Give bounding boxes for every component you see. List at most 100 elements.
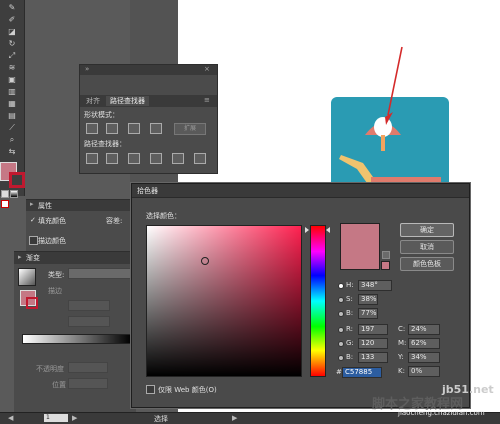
type-dropdown[interactable] xyxy=(68,268,132,279)
hue-arrow-left-icon[interactable] xyxy=(305,227,309,233)
yellow-input[interactable]: 34% xyxy=(408,352,440,363)
saturation-radio[interactable] xyxy=(338,297,344,303)
swap-colors-icon[interactable]: ⇆ xyxy=(5,146,19,157)
gradient-mode-icon[interactable] xyxy=(10,190,18,198)
scale-tool-icon[interactable]: ⤢ xyxy=(5,50,19,61)
web-safe-cube-icon[interactable] xyxy=(382,251,390,259)
status-menu-icon[interactable]: ▶ xyxy=(232,414,237,422)
eraser-tool-icon[interactable]: ◪ xyxy=(5,26,19,37)
brush-tool-icon[interactable]: ✐ xyxy=(5,14,19,25)
gradient-preview[interactable] xyxy=(18,268,36,286)
saturation-brightness-field[interactable] xyxy=(146,225,302,377)
gradient-slider[interactable] xyxy=(22,334,132,344)
blue-input[interactable]: 133 xyxy=(358,352,388,363)
color-mode-buttons[interactable] xyxy=(0,190,24,208)
brightness-radio[interactable] xyxy=(338,311,344,317)
hex-label: # xyxy=(336,368,342,376)
green-radio[interactable] xyxy=(338,341,344,347)
tab-pathfinder[interactable]: 路径查找器 xyxy=(106,96,149,106)
tab-bar: 对齐 路径查找器 ≡ xyxy=(80,95,217,107)
select-color-label: 选择颜色： xyxy=(146,212,181,220)
zoom-tool-icon[interactable]: ⌕ xyxy=(5,134,19,145)
panel-menu-icon[interactable]: ≡ xyxy=(204,96,210,104)
outline-icon[interactable] xyxy=(172,153,184,164)
opacity-label: 不透明度 xyxy=(36,365,64,373)
crop-icon[interactable] xyxy=(150,153,162,164)
color-marker[interactable] xyxy=(201,257,209,265)
pathfinder-panel: » × 对齐 路径查找器 ≡ 形状模式： 扩展 路径查找器： xyxy=(79,64,218,174)
minus-front-icon[interactable] xyxy=(106,123,118,134)
next-artboard-icon[interactable]: ▶ xyxy=(72,414,77,422)
eyedropper-tool-icon[interactable]: ⟋ xyxy=(5,122,19,133)
collapse-icon[interactable]: » xyxy=(85,65,89,73)
web-colors-only-label: 仅限 Web 颜色(O) xyxy=(158,386,217,394)
type-label: 类型: xyxy=(48,271,65,279)
panel-header[interactable]: ▸ 渐变 xyxy=(14,252,136,264)
intersect-icon[interactable] xyxy=(128,123,140,134)
ok-button[interactable]: 确定 xyxy=(400,223,454,237)
yellow-label: Y: xyxy=(398,353,404,361)
web-safe-swatch[interactable] xyxy=(381,261,390,270)
angle-dropdown[interactable] xyxy=(68,300,110,311)
red-input[interactable]: 197 xyxy=(358,324,388,335)
hex-input[interactable]: C57885 xyxy=(342,367,382,378)
brightness-input[interactable]: 77% xyxy=(358,308,378,319)
close-icon[interactable]: × xyxy=(204,65,210,73)
stroke-swatch[interactable] xyxy=(9,172,25,188)
green-input[interactable]: 120 xyxy=(358,338,388,349)
position-dropdown[interactable] xyxy=(68,378,108,389)
green-label: G: xyxy=(346,339,354,347)
blue-radio[interactable] xyxy=(338,355,344,361)
dialog-title-bar[interactable]: 拾色器 xyxy=(132,184,469,198)
prev-artboard-icon[interactable]: ◀ xyxy=(8,414,13,422)
red-radio[interactable] xyxy=(338,327,344,333)
cyan-label: C: xyxy=(398,325,406,333)
perspective-tool-icon[interactable]: ▥ xyxy=(5,86,19,97)
none-mode-icon[interactable] xyxy=(1,200,9,208)
cancel-button[interactable]: 取消 xyxy=(400,240,454,254)
check-icon[interactable]: ✓ xyxy=(30,216,36,224)
red-label: R: xyxy=(346,325,354,333)
collapse-icon[interactable]: ▸ xyxy=(30,200,34,208)
hue-radio[interactable] xyxy=(338,283,344,289)
pen-tool-icon[interactable]: ✎ xyxy=(5,2,19,13)
mesh-tool-icon[interactable]: ▦ xyxy=(5,98,19,109)
ratio-dropdown[interactable] xyxy=(68,316,110,327)
panel-header[interactable]: » × xyxy=(80,65,217,75)
cyan-input[interactable]: 24% xyxy=(408,324,440,335)
blue-label: B: xyxy=(346,353,354,361)
color-preview xyxy=(340,223,380,270)
color-swatches-button[interactable]: 颜色色板 xyxy=(400,257,454,271)
exclude-icon[interactable] xyxy=(150,123,162,134)
stroke-color-checkbox[interactable] xyxy=(29,236,38,245)
unite-icon[interactable] xyxy=(86,123,98,134)
stroke-color-label: 描边颜色 xyxy=(38,237,66,245)
web-colors-only-checkbox[interactable] xyxy=(146,385,155,394)
merge-icon[interactable] xyxy=(128,153,140,164)
appearance-panel: ▸ 属性 ✓ 填充颜色 容差: 描边颜色 xyxy=(26,199,136,252)
shape-builder-icon[interactable]: ▣ xyxy=(5,74,19,85)
saturation-input[interactable]: 38% xyxy=(358,294,378,305)
hue-arrow-right-icon[interactable] xyxy=(326,227,330,233)
tab-align[interactable]: 对齐 xyxy=(82,96,104,106)
hue-input[interactable]: 348° xyxy=(358,280,392,291)
saturation-label: S: xyxy=(346,295,353,303)
stroke-swatch[interactable] xyxy=(26,297,38,309)
chart-tool-icon[interactable]: ▤ xyxy=(5,110,19,121)
artboard-number-input[interactable]: 1 xyxy=(44,414,68,422)
panel-title: 属性 xyxy=(38,202,52,210)
rotate-tool-icon[interactable]: ↻ xyxy=(5,38,19,49)
divide-icon[interactable] xyxy=(86,153,98,164)
black-input[interactable]: 0% xyxy=(408,366,440,377)
warp-tool-icon[interactable]: ≋ xyxy=(5,62,19,73)
minus-back-icon[interactable] xyxy=(194,153,206,164)
magenta-input[interactable]: 62% xyxy=(408,338,440,349)
collapse-icon[interactable]: ▸ xyxy=(18,253,22,261)
hue-slider[interactable] xyxy=(310,225,326,377)
dialog-title: 拾色器 xyxy=(137,187,158,195)
color-mode-icon[interactable] xyxy=(1,190,9,198)
expand-button[interactable]: 扩展 xyxy=(174,123,206,135)
opacity-dropdown[interactable] xyxy=(68,362,108,373)
trim-icon[interactable] xyxy=(106,153,118,164)
panel-header[interactable]: ▸ 属性 xyxy=(26,200,136,211)
